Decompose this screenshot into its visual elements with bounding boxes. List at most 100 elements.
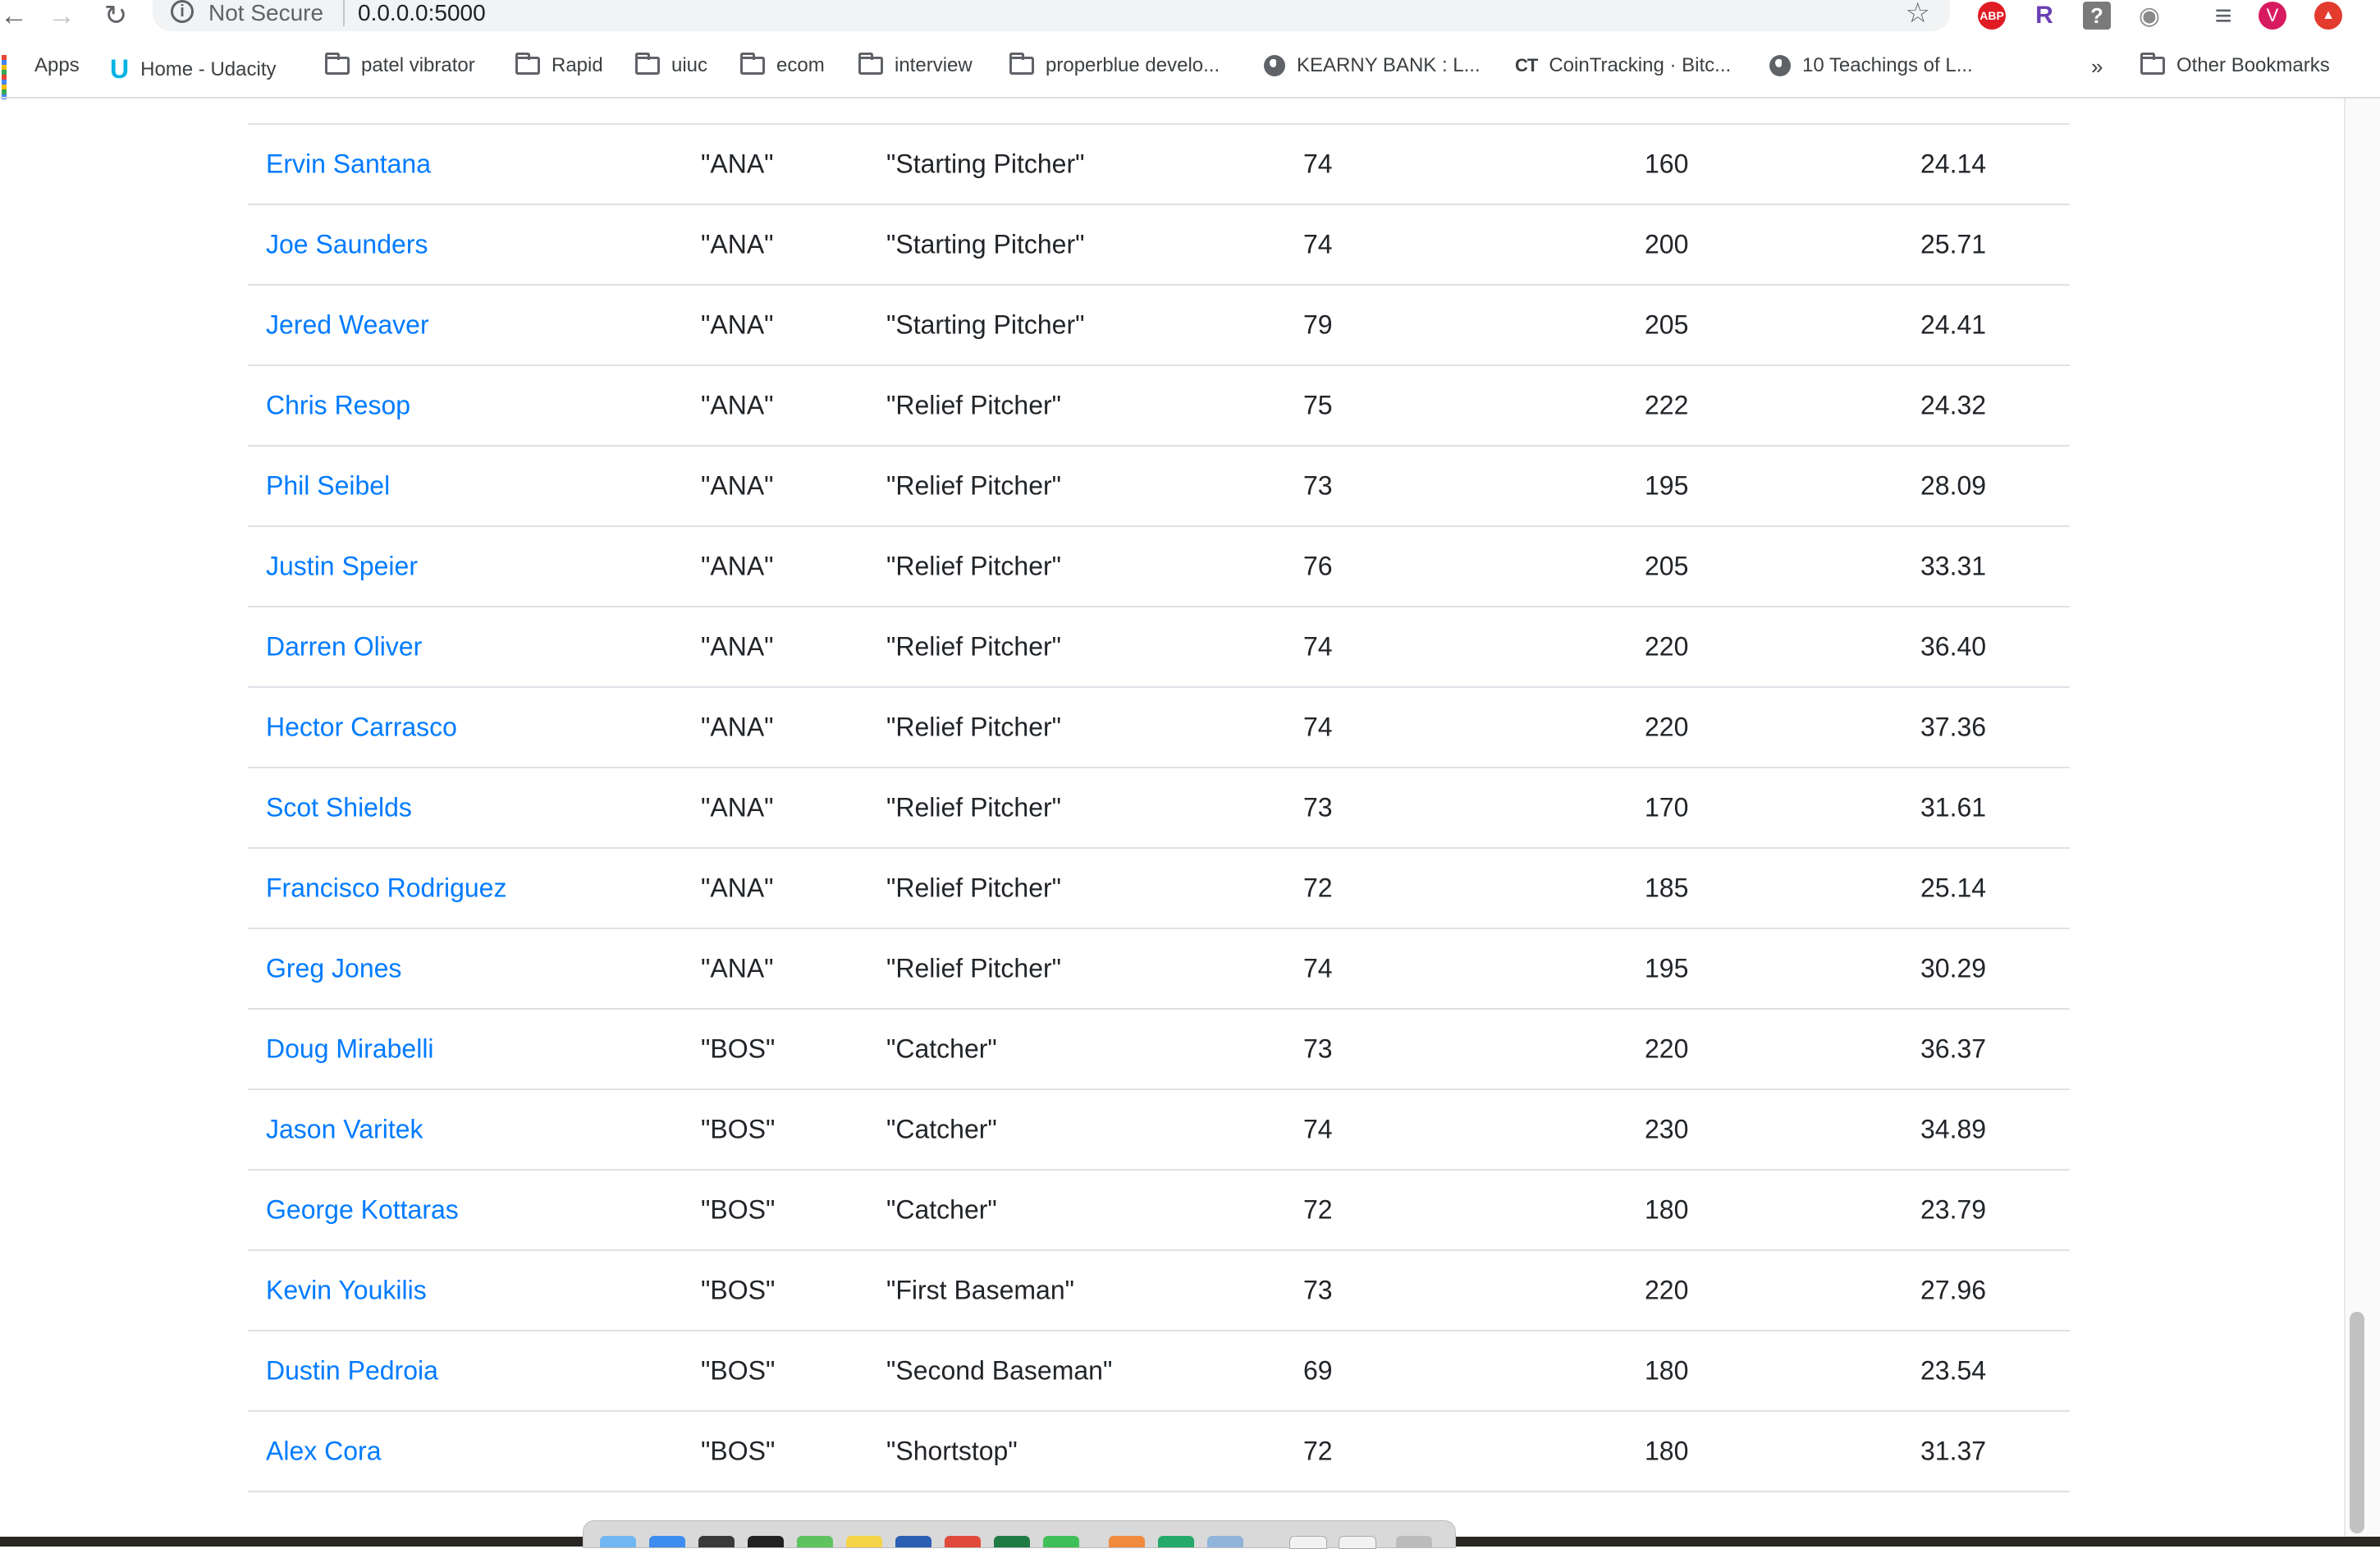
player-name-link[interactable]: Ervin Santana xyxy=(266,149,431,180)
bookmark-folder-rapid[interactable]: Rapid xyxy=(515,53,603,77)
player-name-link[interactable]: Justin Speier xyxy=(266,552,418,582)
terminal-icon[interactable] xyxy=(748,1536,784,1547)
position-cell: "Catcher" xyxy=(886,1114,997,1144)
trash-icon[interactable] xyxy=(1396,1536,1432,1547)
profile-avatar-icon[interactable]: V xyxy=(2259,2,2286,30)
player-name-link[interactable]: Greg Jones xyxy=(266,954,401,984)
document-icon[interactable] xyxy=(1289,1536,1327,1549)
table-row: Ervin Santana "ANA" "Starting Pitcher" 74 16… xyxy=(248,125,2070,205)
whatsapp-icon[interactable] xyxy=(1043,1536,1079,1547)
notes-icon[interactable] xyxy=(846,1536,882,1547)
player-name-link[interactable]: Joe Saunders xyxy=(266,230,428,260)
adblock-plus-icon[interactable]: ABP xyxy=(1978,2,2006,30)
folder-icon xyxy=(740,53,765,75)
height-cell: 69 xyxy=(1303,1355,1333,1386)
player-name-link[interactable]: Kevin Youkilis xyxy=(266,1276,427,1306)
globe-icon xyxy=(1264,55,1285,76)
player-name-link[interactable]: Jason Varitek xyxy=(266,1115,423,1145)
table-row: Jered Weaver "ANA" "Starting Pitcher" 79 205… xyxy=(248,286,2070,366)
player-name-link[interactable]: Dustin Pedroia xyxy=(266,1356,438,1386)
bookmark-folder-interview[interactable]: interview xyxy=(858,53,973,77)
team-cell: "ANA" xyxy=(701,309,774,340)
bookmark-folder-patel-vibrator[interactable]: patel vibrator xyxy=(325,53,475,77)
media-playlist-icon[interactable]: ≡ xyxy=(2209,0,2237,32)
height-cell: 74 xyxy=(1303,229,1333,259)
preview-icon[interactable] xyxy=(1207,1536,1243,1547)
bookmark-kearny-bank[interactable]: KEARNY BANK : L... xyxy=(1264,54,1481,77)
security-status[interactable]: Not Secure xyxy=(208,0,323,26)
forward-arrow-icon[interactable]: → xyxy=(48,2,76,30)
finder-icon[interactable] xyxy=(600,1536,636,1547)
address-bar[interactable]: i Not Secure 0.0.0.0:5000 ☆ xyxy=(153,0,1950,31)
bookmark-star-icon[interactable]: ☆ xyxy=(1906,0,1930,30)
player-name-link[interactable]: Darren Oliver xyxy=(266,632,422,662)
folder-icon xyxy=(1009,53,1034,75)
bookmark-udacity[interactable]: U Home - Udacity xyxy=(110,54,276,85)
position-cell: "First Baseman" xyxy=(886,1275,1074,1305)
r-extension-icon[interactable]: R xyxy=(2030,2,2058,30)
position-cell: "Starting Pitcher" xyxy=(886,309,1085,340)
player-name-link[interactable]: George Kottaras xyxy=(266,1195,459,1226)
position-cell: "Relief Pitcher" xyxy=(886,792,1062,823)
bookmark-10-teachings[interactable]: 10 Teachings of L... xyxy=(1769,54,1973,77)
weight-cell: 205 xyxy=(1645,309,1689,340)
camera-icon[interactable]: ◉ xyxy=(2135,2,2163,30)
document-icon[interactable] xyxy=(1339,1536,1376,1549)
bookmark-label: KEARNY BANK : L... xyxy=(1297,54,1481,76)
player-name-link[interactable]: Doug Mirabelli xyxy=(266,1034,434,1065)
messages-icon[interactable] xyxy=(797,1536,833,1547)
help-extension-icon[interactable]: ? xyxy=(2083,2,2111,30)
bookmark-other-bookmarks[interactable]: Other Bookmarks xyxy=(2140,53,2330,77)
bookmark-folder-properblue[interactable]: properblue develo... xyxy=(1009,53,1220,77)
player-name-link[interactable]: Francisco Rodriguez xyxy=(266,873,506,904)
age-cell: 36.37 xyxy=(1920,1033,1987,1064)
bookmark-folder-uiuc[interactable]: uiuc xyxy=(635,53,707,77)
app-icon[interactable] xyxy=(1109,1536,1145,1547)
app-icon[interactable] xyxy=(698,1536,735,1547)
height-cell: 74 xyxy=(1303,1114,1333,1144)
bookmark-apps[interactable]: Apps xyxy=(2,54,80,99)
chevron-double-right-icon: » xyxy=(2091,54,2103,79)
player-name-link[interactable]: Alex Cora xyxy=(266,1437,382,1467)
player-name-link[interactable]: Jered Weaver xyxy=(266,310,429,341)
team-cell: "ANA" xyxy=(701,149,774,179)
bookmarks-bar: Apps U Home - Udacity patel vibrator Rap… xyxy=(0,48,2380,99)
apps-grid-icon xyxy=(2,55,23,99)
table-row: Alex Cora "BOS" "Shortstop" 72 180 31.37 xyxy=(248,1412,2070,1492)
update-alert-icon[interactable]: ▲ xyxy=(2314,2,2342,30)
app-icon[interactable] xyxy=(1158,1536,1194,1547)
safari-icon[interactable] xyxy=(649,1536,685,1547)
weight-cell: 180 xyxy=(1645,1194,1689,1225)
bookmark-folder-ecom[interactable]: ecom xyxy=(740,53,825,77)
back-arrow-icon[interactable]: ← xyxy=(0,2,28,30)
height-cell: 73 xyxy=(1303,792,1333,823)
cointracking-icon: CT xyxy=(1515,55,1538,76)
age-cell: 24.14 xyxy=(1920,149,1987,179)
height-cell: 76 xyxy=(1303,551,1333,581)
height-cell: 73 xyxy=(1303,1275,1333,1305)
age-cell: 28.09 xyxy=(1920,470,1987,501)
bookmarks-overflow-button[interactable]: » xyxy=(2091,54,2103,80)
chrome-icon[interactable] xyxy=(945,1536,981,1547)
table-row: Jason Varitek "BOS" "Catcher" 74 230 34.89 xyxy=(248,1090,2070,1171)
folder-icon xyxy=(858,53,883,75)
info-icon[interactable]: i xyxy=(171,0,194,23)
age-cell: 25.71 xyxy=(1920,229,1987,259)
excel-icon[interactable] xyxy=(994,1536,1030,1547)
url-text[interactable]: 0.0.0.0:5000 xyxy=(358,0,486,26)
player-name-link[interactable]: Hector Carrasco xyxy=(266,713,457,743)
folder-icon xyxy=(635,53,660,75)
height-cell: 72 xyxy=(1303,873,1333,903)
height-cell: 74 xyxy=(1303,712,1333,742)
reload-icon[interactable]: ↻ xyxy=(102,2,130,30)
weight-cell: 195 xyxy=(1645,470,1689,501)
weight-cell: 185 xyxy=(1645,873,1689,903)
word-icon[interactable] xyxy=(895,1536,931,1547)
player-name-link[interactable]: Phil Seibel xyxy=(266,471,390,502)
age-cell: 31.37 xyxy=(1920,1436,1987,1466)
player-name-link[interactable]: Chris Resop xyxy=(266,391,410,421)
position-cell: "Catcher" xyxy=(886,1194,997,1225)
scrollbar-thumb[interactable] xyxy=(2350,1312,2364,1533)
bookmark-cointracking[interactable]: CT CoinTracking · Bitc... xyxy=(1515,54,1731,77)
player-name-link[interactable]: Scot Shields xyxy=(266,793,412,823)
